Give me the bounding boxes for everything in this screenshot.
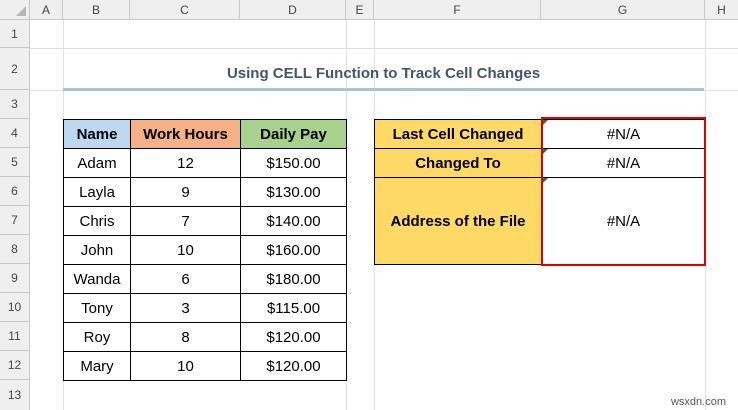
cell-daily-pay[interactable]: $140.00 bbox=[240, 206, 347, 236]
cell-name[interactable]: Adam bbox=[63, 148, 131, 178]
table-row: Mary 10 $120.00 bbox=[63, 351, 347, 381]
error-indicator-icon bbox=[542, 149, 548, 155]
row-header-5[interactable]: 5 bbox=[0, 148, 30, 177]
row-header-4[interactable]: 4 bbox=[0, 119, 30, 148]
table-row: Layla 9 $130.00 bbox=[63, 177, 347, 207]
cell-daily-pay[interactable]: $115.00 bbox=[240, 293, 347, 323]
cell-work-hours[interactable]: 3 bbox=[130, 293, 241, 323]
row-header-10[interactable]: 10 bbox=[0, 293, 30, 322]
header-name[interactable]: Name bbox=[63, 119, 131, 149]
cell-daily-pay[interactable]: $130.00 bbox=[240, 177, 347, 207]
column-header-d[interactable]: D bbox=[240, 0, 346, 20]
address-of-file-label[interactable]: Address of the File bbox=[374, 177, 542, 265]
table-row: John 10 $160.00 bbox=[63, 235, 347, 265]
cell-work-hours[interactable]: 8 bbox=[130, 322, 241, 352]
cell-tracking-table: Last Cell Changed #N/A Changed To #N/A A… bbox=[374, 119, 706, 265]
select-all-triangle-icon bbox=[16, 6, 26, 16]
row-header-7[interactable]: 7 bbox=[0, 206, 30, 235]
cell-daily-pay[interactable]: $120.00 bbox=[240, 322, 347, 352]
cell-name[interactable]: John bbox=[63, 235, 131, 265]
changed-to-row: Changed To #N/A bbox=[374, 148, 706, 178]
changed-to-label[interactable]: Changed To bbox=[374, 148, 542, 178]
cell-name[interactable]: Roy bbox=[63, 322, 131, 352]
cell-name[interactable]: Chris bbox=[63, 206, 131, 236]
last-cell-changed-label[interactable]: Last Cell Changed bbox=[374, 119, 542, 149]
cell-work-hours[interactable]: 12 bbox=[130, 148, 241, 178]
row-header-11[interactable]: 11 bbox=[0, 322, 30, 351]
error-indicator-icon bbox=[542, 178, 548, 184]
cell-work-hours[interactable]: 10 bbox=[130, 235, 241, 265]
row-header-12[interactable]: 12 bbox=[0, 351, 30, 380]
sheet-title[interactable]: Using CELL Function to Track Cell Change… bbox=[63, 60, 704, 88]
address-row: Address of the File #N/A bbox=[374, 177, 706, 265]
column-header-e[interactable]: E bbox=[346, 0, 374, 20]
cell-name[interactable]: Tony bbox=[63, 293, 131, 323]
header-work-hours[interactable]: Work Hours bbox=[130, 119, 241, 149]
row-header-2[interactable]: 2 bbox=[0, 48, 30, 90]
column-header-f[interactable]: F bbox=[374, 0, 541, 20]
last-cell-changed-value[interactable]: #N/A bbox=[541, 119, 706, 149]
cell-name[interactable]: Layla bbox=[63, 177, 131, 207]
address-of-file-text: #N/A bbox=[606, 212, 641, 230]
cell-work-hours[interactable]: 6 bbox=[130, 264, 241, 294]
row-header-8[interactable]: 8 bbox=[0, 235, 30, 264]
header-daily-pay[interactable]: Daily Pay bbox=[240, 119, 347, 149]
column-header-h[interactable]: H bbox=[705, 0, 738, 20]
address-of-file-value[interactable]: #N/A bbox=[541, 177, 706, 265]
cell-work-hours[interactable]: 10 bbox=[130, 351, 241, 381]
cell-name[interactable]: Mary bbox=[63, 351, 131, 381]
row-header-9[interactable]: 9 bbox=[0, 264, 30, 293]
column-header-g[interactable]: G bbox=[541, 0, 705, 20]
row-header-6[interactable]: 6 bbox=[0, 177, 30, 206]
cell-name[interactable]: Wanda bbox=[63, 264, 131, 294]
title-underline bbox=[63, 88, 704, 91]
column-header-b[interactable]: B bbox=[63, 0, 130, 20]
work-hours-table: Name Work Hours Daily Pay Adam 12 $150.00 … bbox=[63, 119, 347, 381]
error-indicator-icon bbox=[542, 120, 548, 126]
column-header-a[interactable]: A bbox=[30, 0, 63, 20]
table-header-row: Name Work Hours Daily Pay bbox=[63, 119, 347, 149]
watermark: wsxdn.com bbox=[670, 396, 726, 408]
row-header-1[interactable]: 1 bbox=[0, 20, 30, 48]
table-row: Chris 7 $140.00 bbox=[63, 206, 347, 236]
cell-daily-pay[interactable]: $160.00 bbox=[240, 235, 347, 265]
last-cell-changed-text: #N/A bbox=[606, 125, 641, 143]
column-header-c[interactable]: C bbox=[130, 0, 240, 20]
last-cell-row: Last Cell Changed #N/A bbox=[374, 119, 706, 149]
cell-work-hours[interactable]: 7 bbox=[130, 206, 241, 236]
changed-to-text: #N/A bbox=[606, 154, 641, 172]
gridline bbox=[30, 48, 738, 49]
row-header-3[interactable]: 3 bbox=[0, 90, 30, 119]
changed-to-value[interactable]: #N/A bbox=[541, 148, 706, 178]
cell-daily-pay[interactable]: $120.00 bbox=[240, 351, 347, 381]
table-row: Roy 8 $120.00 bbox=[63, 322, 347, 352]
table-row: Tony 3 $115.00 bbox=[63, 293, 347, 323]
cell-daily-pay[interactable]: $180.00 bbox=[240, 264, 347, 294]
table-row: Adam 12 $150.00 bbox=[63, 148, 347, 178]
cell-work-hours[interactable]: 9 bbox=[130, 177, 241, 207]
table-row: Wanda 6 $180.00 bbox=[63, 264, 347, 294]
select-all-corner[interactable] bbox=[0, 0, 30, 20]
row-header-13[interactable]: 13 bbox=[0, 380, 30, 410]
cell-daily-pay[interactable]: $150.00 bbox=[240, 148, 347, 178]
